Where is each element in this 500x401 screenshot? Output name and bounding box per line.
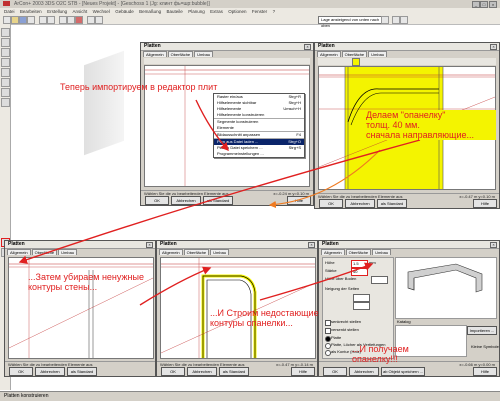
annotation-remove-contours: ...Затем убираем ненужные контуры стены.… <box>28 272 144 292</box>
annotation-import: Теперь импортируем в редактор плит <box>60 82 218 92</box>
annotation-result: ...И получаем опанелку!!! <box>352 344 409 364</box>
annotation-build-contours: ...И Строим недостающие контуры опанелки… <box>210 308 319 328</box>
annotation-paneling: Делаем "опанелку" толщ. 40 мм. сначала н… <box>366 110 496 140</box>
status-text: Platten konstruieren <box>4 393 49 399</box>
annotation-arrows <box>18 99 421 306</box>
